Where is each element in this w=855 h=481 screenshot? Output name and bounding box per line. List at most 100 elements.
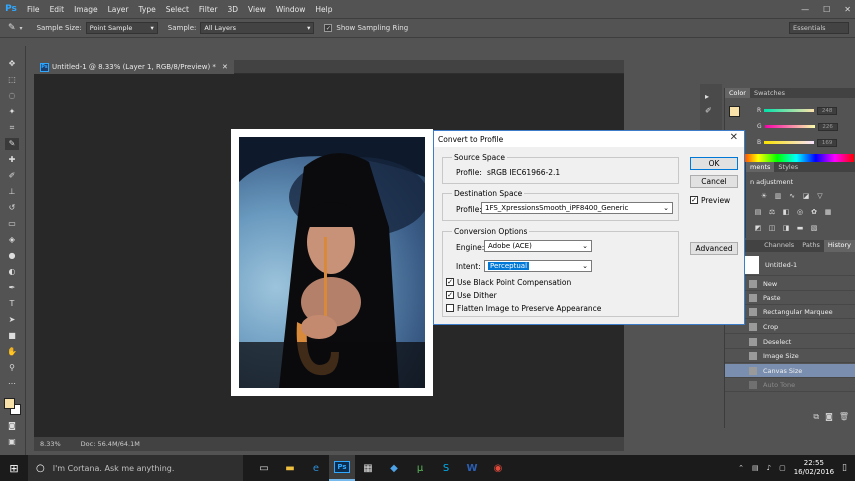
move-tool-icon[interactable]: ✥ [5, 58, 19, 70]
tab-adjustments[interactable]: ments [746, 162, 775, 172]
tab-color[interactable]: Color [725, 88, 750, 98]
invert-icon[interactable]: ◩ [754, 224, 762, 232]
photos-app-icon[interactable]: ◆ [381, 455, 407, 481]
show-sampling-ring-checkbox[interactable]: ✓ [324, 24, 333, 32]
blur-tool-icon[interactable]: ● [5, 250, 19, 262]
menu-type[interactable]: Type [134, 5, 161, 14]
tab-swatches[interactable]: Swatches [750, 88, 789, 98]
history-brush-tool-icon[interactable]: ↺ [5, 202, 19, 214]
history-item[interactable]: Canvas Size [725, 364, 855, 378]
history-item[interactable]: Deselect [725, 335, 855, 349]
utorrent-icon[interactable]: µ [407, 455, 433, 481]
eyedropper-tool-icon[interactable]: ✎ [5, 138, 19, 150]
menu-file[interactable]: File [22, 5, 45, 14]
calculator-icon[interactable]: ▦ [355, 455, 381, 481]
blue-slider[interactable]: B 169 [757, 138, 853, 147]
cortana-search-box[interactable]: ○ I'm Cortana. Ask me anything. [28, 455, 243, 481]
sample-size-select[interactable]: Point Sample ▾ [85, 22, 158, 34]
cancel-button[interactable]: Cancel [690, 175, 738, 188]
foreground-color-swatch[interactable] [4, 398, 15, 409]
green-slider[interactable]: G 226 [757, 122, 853, 131]
menu-window[interactable]: Window [271, 5, 311, 14]
foreground-color-swatch[interactable] [729, 106, 740, 117]
blue-slider-track[interactable] [764, 141, 815, 144]
black-white-icon[interactable]: ◧ [782, 208, 790, 216]
chrome-icon[interactable]: ◉ [485, 455, 511, 481]
intent-select[interactable]: Perceptual ⌄ [484, 260, 592, 272]
magic-wand-tool-icon[interactable]: ✦ [5, 106, 19, 118]
notifications-icon[interactable]: ▢ [779, 464, 786, 472]
rectangle-tool-icon[interactable]: ■ [5, 330, 19, 342]
color-balance-icon[interactable]: ⚖ [768, 208, 776, 216]
curves-icon[interactable]: ∿ [788, 192, 796, 200]
sample-select[interactable]: All Layers ▾ [200, 22, 315, 34]
maximize-button[interactable]: ☐ [823, 5, 830, 14]
vibrance-icon[interactable]: ▽ [816, 192, 824, 200]
menu-image[interactable]: Image [69, 5, 103, 14]
menu-help[interactable]: Help [310, 5, 337, 14]
dodge-tool-icon[interactable]: ◐ [5, 266, 19, 278]
zoom-tool-icon[interactable]: ⚲ [5, 362, 19, 374]
red-value[interactable]: 248 [817, 106, 838, 115]
brush-presets-icon[interactable]: ✐ [705, 106, 712, 115]
brightness-icon[interactable]: ☀ [760, 192, 768, 200]
healing-brush-tool-icon[interactable]: ✚ [5, 154, 19, 166]
lasso-tool-icon[interactable]: ◌ [5, 90, 19, 102]
action-center-icon[interactable]: ▯ [842, 463, 847, 473]
menu-layer[interactable]: Layer [103, 5, 134, 14]
eyedropper-tool-icon[interactable]: ✎ [8, 23, 16, 33]
path-selection-tool-icon[interactable]: ➤ [5, 314, 19, 326]
hue-saturation-icon[interactable]: ▤ [754, 208, 762, 216]
more-tools-icon[interactable]: … [5, 376, 19, 388]
advanced-button[interactable]: Advanced [690, 242, 738, 255]
word-icon[interactable]: W [459, 455, 485, 481]
workspace-select[interactable]: Essentials [789, 22, 849, 34]
panel-collapse-icon[interactable]: ▸ [705, 92, 709, 101]
posterize-icon[interactable]: ◫ [768, 224, 776, 232]
menu-view[interactable]: View [243, 5, 271, 14]
selective-color-icon[interactable]: ▧ [810, 224, 818, 232]
use-dither-checkbox[interactable]: ✓ [446, 291, 454, 299]
file-explorer-icon[interactable]: ▬ [277, 455, 303, 481]
hand-tool-icon[interactable]: ✋ [5, 346, 19, 358]
pen-tool-icon[interactable]: ✒ [5, 282, 19, 294]
edge-browser-icon[interactable]: e [303, 455, 329, 481]
menu-select[interactable]: Select [161, 5, 194, 14]
flatten-image-checkbox[interactable] [446, 304, 454, 312]
tab-history[interactable]: History [823, 240, 855, 252]
crop-tool-icon[interactable]: ⌗ [5, 122, 19, 134]
menu-edit[interactable]: Edit [45, 5, 70, 14]
minimize-button[interactable]: — [801, 5, 809, 14]
engine-select[interactable]: Adobe (ACE) ⌄ [484, 240, 592, 252]
marquee-tool-icon[interactable]: ⬚ [5, 74, 19, 86]
close-tab-icon[interactable]: ✕ [222, 63, 228, 71]
paint-bucket-tool-icon[interactable]: ◈ [5, 234, 19, 246]
tab-channels[interactable]: Channels [760, 240, 798, 252]
gradient-map-icon[interactable]: ▬ [796, 224, 804, 232]
red-slider[interactable]: R 248 [757, 106, 853, 115]
create-snapshot-icon[interactable]: ◙ [825, 412, 833, 422]
dialog-close-icon[interactable]: ✕ [730, 132, 738, 143]
brush-tool-icon[interactable]: ✐ [5, 170, 19, 182]
chevron-up-icon[interactable]: ⌃ [738, 464, 744, 472]
ok-button[interactable]: OK [690, 157, 738, 170]
levels-icon[interactable]: ▥ [774, 192, 782, 200]
type-tool-icon[interactable]: T [5, 298, 19, 310]
tab-styles[interactable]: Styles [774, 162, 802, 172]
trash-icon[interactable]: 🗑 [839, 412, 849, 422]
exposure-icon[interactable]: ◪ [802, 192, 810, 200]
zoom-level[interactable]: 8.33% [40, 440, 61, 448]
red-slider-track[interactable] [764, 109, 815, 112]
history-item[interactable]: Auto Tone [725, 378, 855, 392]
green-slider-track[interactable] [764, 125, 815, 128]
task-view-icon[interactable]: ▭ [251, 455, 277, 481]
black-point-compensation-checkbox[interactable]: ✓ [446, 278, 454, 286]
threshold-icon[interactable]: ◨ [782, 224, 790, 232]
canvas-photo[interactable] [239, 137, 425, 388]
clock[interactable]: 22:55 16/02/2016 [794, 459, 834, 477]
screen-mode-icon[interactable]: ▣ [5, 436, 19, 448]
channel-mixer-icon[interactable]: ✿ [810, 208, 818, 216]
stamp-tool-icon[interactable]: ⊥ [5, 186, 19, 198]
preview-checkbox[interactable]: ✓ [690, 196, 698, 204]
menu-3d[interactable]: 3D [222, 5, 243, 14]
